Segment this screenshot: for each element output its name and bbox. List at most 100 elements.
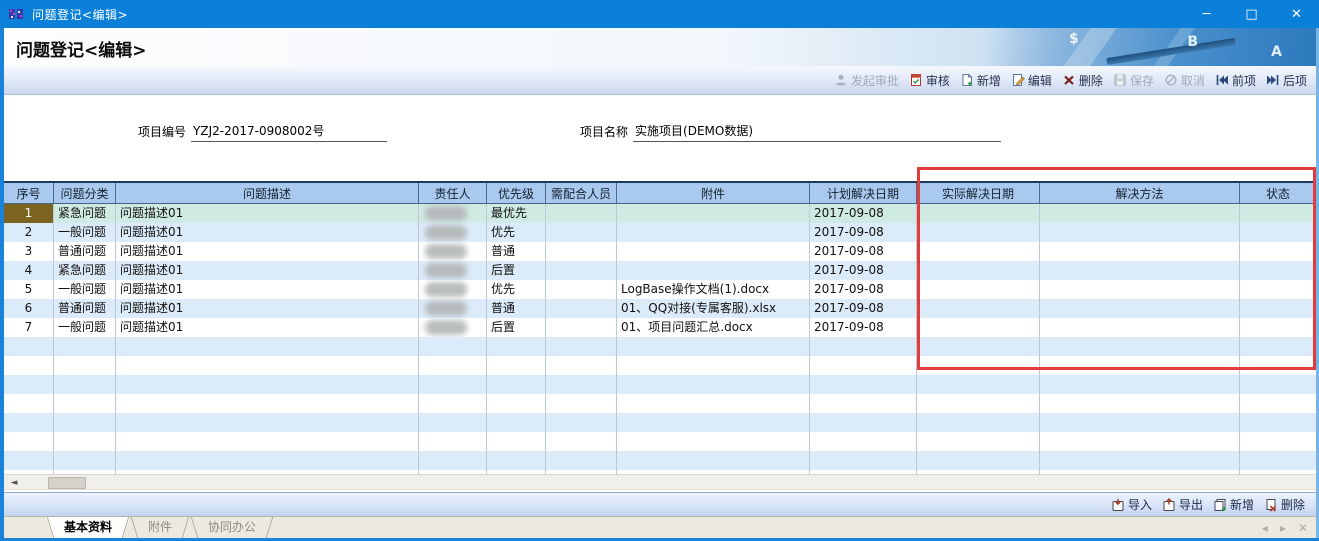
- cell-status[interactable]: [1240, 261, 1316, 280]
- cell-helpers[interactable]: [546, 261, 617, 280]
- cell-helpers[interactable]: [546, 375, 617, 394]
- cell-planned-date[interactable]: 2017-09-08: [810, 204, 917, 223]
- table-row[interactable]: 3普通问题问题描述01普通2017-09-08: [4, 242, 1316, 261]
- cell-description[interactable]: 问题描述01: [116, 204, 419, 223]
- add-row-button[interactable]: 新增: [1208, 493, 1259, 516]
- cell-category[interactable]: 一般问题: [54, 280, 116, 299]
- cell-priority[interactable]: 优先: [487, 280, 546, 299]
- cell-status[interactable]: [1240, 337, 1316, 356]
- next-item-button[interactable]: 后项: [1261, 69, 1312, 92]
- cell-seq[interactable]: 5: [4, 280, 54, 299]
- cell-description[interactable]: [116, 375, 419, 394]
- table-row[interactable]: [4, 394, 1316, 413]
- cell-seq[interactable]: [4, 451, 54, 470]
- tab-close-button[interactable]: ✕: [1298, 521, 1308, 535]
- table-row[interactable]: [4, 432, 1316, 451]
- cell-category[interactable]: [54, 356, 116, 375]
- cell-priority[interactable]: 优先: [487, 223, 546, 242]
- cell-helpers[interactable]: [546, 413, 617, 432]
- cell-helpers[interactable]: [546, 394, 617, 413]
- cell-category[interactable]: [54, 375, 116, 394]
- cell-responsible[interactable]: [419, 394, 487, 413]
- cell-solution[interactable]: [1040, 432, 1240, 451]
- cell-actual-date[interactable]: [917, 356, 1040, 375]
- cell-status[interactable]: [1240, 280, 1316, 299]
- table-row[interactable]: [4, 375, 1316, 394]
- cell-priority[interactable]: [487, 451, 546, 470]
- table-row[interactable]: 4紧急问题问题描述01后置2017-09-08: [4, 261, 1316, 280]
- header-helpers[interactable]: 需配合人员: [546, 183, 617, 203]
- cell-priority[interactable]: [487, 375, 546, 394]
- cell-responsible[interactable]: [419, 318, 487, 337]
- table-row[interactable]: 5一般问题问题描述01优先LogBase操作文档(1).docx2017-09-…: [4, 280, 1316, 299]
- cell-category[interactable]: 普通问题: [54, 299, 116, 318]
- cell-actual-date[interactable]: [917, 299, 1040, 318]
- cell-status[interactable]: [1240, 299, 1316, 318]
- cell-responsible[interactable]: [419, 375, 487, 394]
- cell-responsible[interactable]: [419, 223, 487, 242]
- cell-priority[interactable]: [487, 394, 546, 413]
- table-row[interactable]: [4, 356, 1316, 375]
- cell-planned-date[interactable]: [810, 432, 917, 451]
- cell-category[interactable]: 一般问题: [54, 223, 116, 242]
- cell-actual-date[interactable]: [917, 204, 1040, 223]
- header-solution[interactable]: 解决方法: [1040, 183, 1240, 203]
- header-description[interactable]: 问题描述: [116, 183, 419, 203]
- cell-category[interactable]: [54, 432, 116, 451]
- cell-status[interactable]: [1240, 413, 1316, 432]
- cell-helpers[interactable]: [546, 242, 617, 261]
- table-row[interactable]: 1紧急问题问题描述01最优先2017-09-08: [4, 204, 1316, 223]
- cell-category[interactable]: [54, 413, 116, 432]
- cell-solution[interactable]: [1040, 451, 1240, 470]
- cell-planned-date[interactable]: 2017-09-08: [810, 261, 917, 280]
- cancel-button[interactable]: 取消: [1159, 69, 1210, 92]
- cell-helpers[interactable]: [546, 432, 617, 451]
- cell-planned-date[interactable]: [810, 413, 917, 432]
- cell-seq[interactable]: [4, 413, 54, 432]
- cell-priority[interactable]: 后置: [487, 318, 546, 337]
- cell-actual-date[interactable]: [917, 318, 1040, 337]
- cell-helpers[interactable]: [546, 223, 617, 242]
- cell-planned-date[interactable]: 2017-09-08: [810, 318, 917, 337]
- cell-description[interactable]: 问题描述01: [116, 223, 419, 242]
- add-button[interactable]: 新增: [955, 69, 1006, 92]
- cell-description[interactable]: 问题描述01: [116, 318, 419, 337]
- cell-seq[interactable]: 4: [4, 261, 54, 280]
- cell-helpers[interactable]: [546, 451, 617, 470]
- cell-responsible[interactable]: [419, 204, 487, 223]
- tab-scroll-left-button[interactable]: ◂: [1262, 521, 1268, 535]
- table-row[interactable]: [4, 451, 1316, 470]
- cell-attachment[interactable]: [617, 223, 810, 242]
- cell-attachment[interactable]: [617, 394, 810, 413]
- cell-status[interactable]: [1240, 451, 1316, 470]
- cell-helpers[interactable]: [546, 204, 617, 223]
- cell-actual-date[interactable]: [917, 280, 1040, 299]
- cell-seq[interactable]: [4, 337, 54, 356]
- cell-actual-date[interactable]: [917, 413, 1040, 432]
- cell-planned-date[interactable]: 2017-09-08: [810, 223, 917, 242]
- cell-attachment[interactable]: [617, 242, 810, 261]
- horizontal-scrollbar[interactable]: ◄: [4, 474, 1316, 490]
- cell-seq[interactable]: 3: [4, 242, 54, 261]
- cell-solution[interactable]: [1040, 223, 1240, 242]
- header-planned-date[interactable]: 计划解决日期: [810, 183, 917, 203]
- cell-seq[interactable]: 7: [4, 318, 54, 337]
- cell-priority[interactable]: [487, 337, 546, 356]
- cell-seq[interactable]: 1: [4, 204, 54, 223]
- table-row[interactable]: 2一般问题问题描述01 优先 2017-09-08: [4, 223, 1316, 242]
- cell-responsible[interactable]: [419, 261, 487, 280]
- cell-description[interactable]: [116, 337, 419, 356]
- cell-actual-date[interactable]: [917, 375, 1040, 394]
- cell-attachment[interactable]: 01、QQ对接(专属客服).xlsx: [617, 299, 810, 318]
- tab-basic-info[interactable]: 基本资料: [46, 517, 130, 538]
- cell-solution[interactable]: [1040, 337, 1240, 356]
- cell-seq[interactable]: 2: [4, 223, 54, 242]
- export-button[interactable]: 导出: [1157, 493, 1208, 516]
- cell-seq[interactable]: [4, 432, 54, 451]
- cell-seq[interactable]: 6: [4, 299, 54, 318]
- cell-priority[interactable]: 最优先: [487, 204, 546, 223]
- cell-category[interactable]: 紧急问题: [54, 261, 116, 280]
- cell-seq[interactable]: [4, 375, 54, 394]
- cell-description[interactable]: [116, 394, 419, 413]
- cell-category[interactable]: 一般问题: [54, 318, 116, 337]
